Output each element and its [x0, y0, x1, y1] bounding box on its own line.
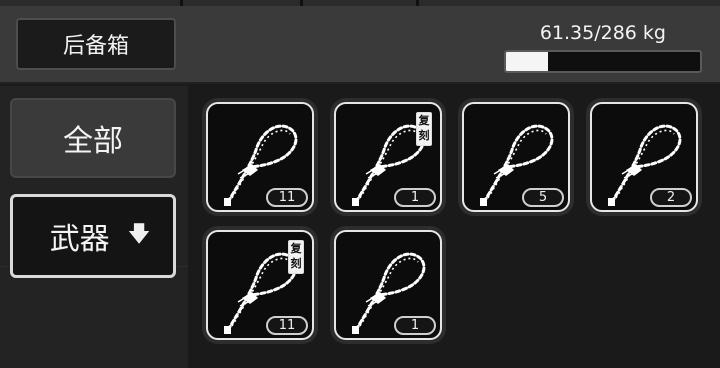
- storage-title: 后备箱: [16, 18, 176, 70]
- slot-frame: 5: [462, 102, 570, 212]
- slot-frame: 复刻 1: [334, 102, 442, 212]
- item-count: 11: [266, 316, 308, 335]
- item-count: 11: [266, 188, 308, 207]
- item-count: 5: [522, 188, 564, 207]
- inventory-slot[interactable]: 复刻 11: [202, 226, 318, 344]
- item-count: 1: [394, 316, 436, 335]
- weight-progress-bar: [504, 50, 702, 73]
- inventory-slot[interactable]: 复刻 1: [330, 98, 446, 216]
- weight-readout: 61.35/286 kg: [539, 22, 666, 44]
- item-count: 1: [394, 188, 436, 207]
- tab-weapons[interactable]: 武器 🡇: [10, 194, 176, 278]
- slot-frame: 复刻 11: [206, 230, 314, 340]
- inventory-slot[interactable]: 2: [586, 98, 702, 216]
- tab-weapons-label: 武器: [49, 222, 110, 257]
- slot-frame: 2: [590, 102, 698, 212]
- inventory-slot[interactable]: 11: [202, 98, 318, 216]
- item-count: 2: [650, 188, 692, 207]
- slot-frame: 1: [334, 230, 442, 340]
- inventory-slot[interactable]: 1: [330, 226, 446, 344]
- weight-progress-fill: [506, 52, 548, 71]
- down-arrow-icon: 🡇: [127, 222, 151, 247]
- tab-all-label: 全部: [63, 124, 123, 159]
- replica-badge: 复刻: [288, 240, 304, 274]
- replica-badge: 复刻: [416, 112, 432, 146]
- inventory-slot[interactable]: 5: [458, 98, 574, 216]
- tab-all[interactable]: 全部: [10, 98, 176, 178]
- storage-header: 后备箱 61.35/286 kg: [0, 6, 720, 84]
- slot-frame: 11: [206, 102, 314, 212]
- category-sidebar: 全部 武器 🡇: [0, 86, 188, 368]
